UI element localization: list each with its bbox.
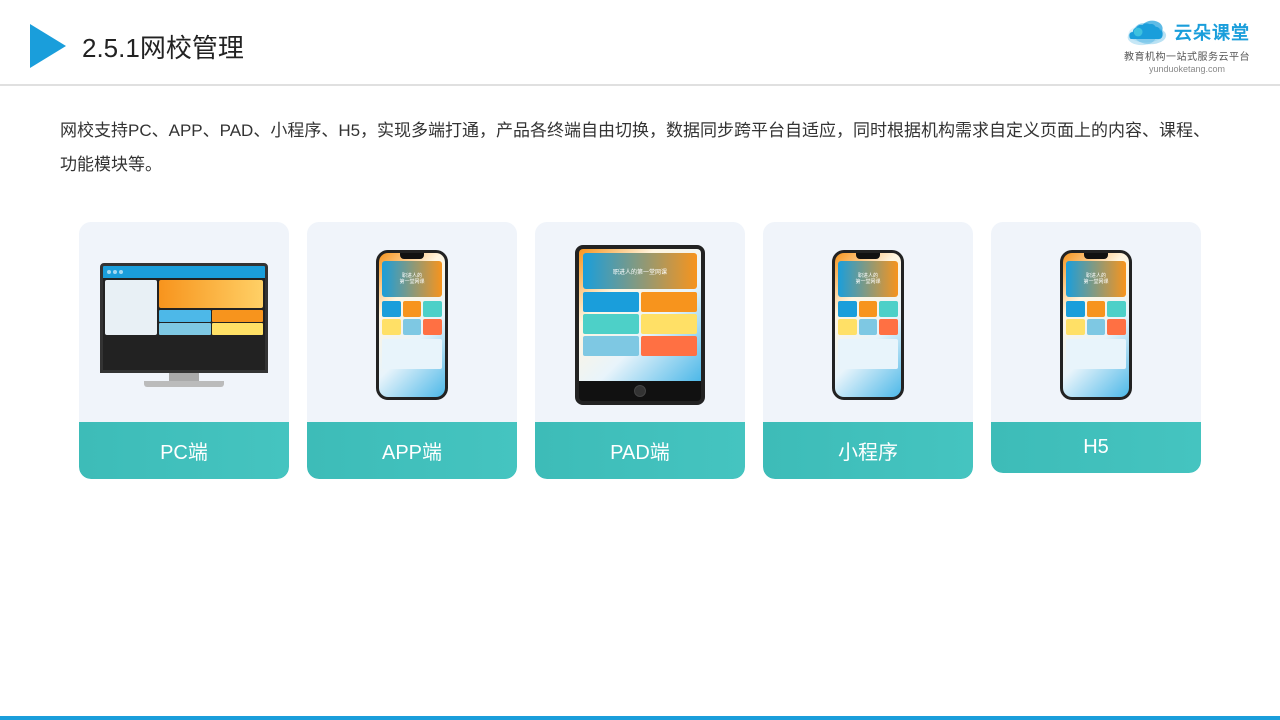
description-text: 网校支持PC、APP、PAD、小程序、H5，实现多端打通，产品各终端自由切换，数…	[0, 86, 1280, 192]
header: 2.5.1网校管理 云朵课堂 教育机构一站式服务云平台 yunduoketang…	[0, 0, 1280, 86]
phone-mockup-h5: 职进人的第一堂网课	[1060, 250, 1132, 400]
logo-cloud: 云朵课堂	[1124, 18, 1250, 46]
cloud-logo-icon	[1124, 18, 1168, 46]
card-h5-image: 职进人的第一堂网课	[991, 222, 1201, 422]
card-miniprogram-label: 小程序	[763, 422, 973, 479]
card-pad-label: PAD端	[535, 422, 745, 479]
card-pc-label: PC端	[79, 422, 289, 479]
card-miniprogram[interactable]: 职进人的第一堂网课 小程序	[763, 222, 973, 479]
bottom-line	[0, 716, 1280, 720]
pc-mockup	[100, 263, 268, 387]
logo-url: yunduoketang.com	[1149, 64, 1225, 74]
phone-mockup-mini: 职进人的第一堂网课	[832, 250, 904, 400]
card-pc-image	[79, 222, 289, 422]
phone-mockup-app: 职进人的第一堂网课	[376, 250, 448, 400]
play-icon	[30, 24, 66, 68]
card-pad[interactable]: 职进人的第一堂网课 PAD端	[535, 222, 745, 479]
card-miniprogram-image: 职进人的第一堂网课	[763, 222, 973, 422]
tablet-mockup: 职进人的第一堂网课	[575, 245, 705, 405]
logo-text: 云朵课堂	[1174, 19, 1250, 45]
page-title: 2.5.1网校管理	[82, 28, 244, 65]
card-pc[interactable]: PC端	[79, 222, 289, 479]
card-pad-image: 职进人的第一堂网课	[535, 222, 745, 422]
card-h5-label: H5	[991, 422, 1201, 473]
card-app[interactable]: 职进人的第一堂网课 APP端	[307, 222, 517, 479]
pc-screen	[100, 263, 268, 373]
card-app-label: APP端	[307, 422, 517, 479]
cards-container: PC端 职进人的第一堂网课	[0, 192, 1280, 509]
logo-tagline: 教育机构一站式服务云平台	[1124, 48, 1250, 63]
header-left: 2.5.1网校管理	[30, 24, 244, 68]
card-app-image: 职进人的第一堂网课	[307, 222, 517, 422]
card-h5[interactable]: 职进人的第一堂网课 H5	[991, 222, 1201, 473]
logo-area: 云朵课堂 教育机构一站式服务云平台 yunduoketang.com	[1124, 18, 1250, 74]
